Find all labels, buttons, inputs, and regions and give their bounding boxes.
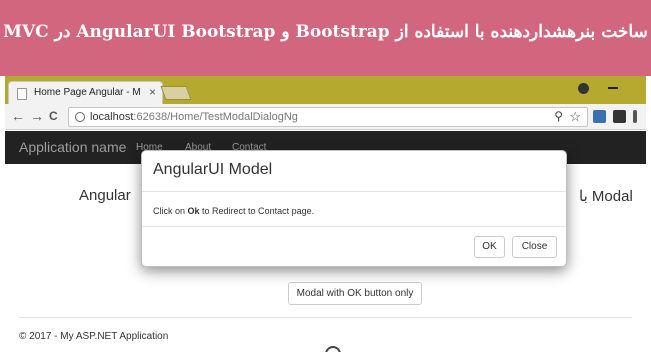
reload-icon[interactable]: C (49, 108, 58, 124)
address-bar[interactable]: localhost:62638/Home/TestModalDialogNg ⚲… (68, 107, 588, 127)
footer-text: © 2017 - My ASP.NET Application (19, 331, 169, 342)
modal-body-bold: Ok (187, 206, 200, 216)
close-tab-icon[interactable]: × (149, 85, 156, 99)
new-tab-button[interactable] (160, 86, 192, 100)
modal-header-divider (142, 191, 566, 192)
forward-icon[interactable]: → (30, 108, 44, 124)
modal-title: AngularUI Model (153, 161, 273, 178)
url-text: localhost:62638/Home/TestModalDialogNg (90, 111, 298, 123)
tab-title: Home Page Angular - M (34, 87, 141, 98)
zoom-icon[interactable]: ⚲ (554, 109, 563, 123)
back-icon[interactable]: ← (11, 108, 25, 124)
page-icon (17, 88, 27, 100)
close-button[interactable]: Close (512, 236, 557, 258)
divider (19, 317, 632, 318)
extension-icon[interactable] (593, 110, 606, 123)
browser-tab[interactable]: Home Page Angular - M × (8, 81, 163, 104)
account-icon[interactable] (578, 83, 589, 94)
page-heading: Angular (79, 187, 131, 204)
modal-footer-divider (142, 226, 566, 227)
browser-tab-bar: Home Page Angular - M × (5, 76, 646, 104)
minimize-icon[interactable] (608, 87, 618, 89)
modal-body-suffix: to Redirect to Contact page. (199, 206, 315, 216)
gmail-extension-icon[interactable] (613, 110, 626, 123)
info-icon[interactable] (75, 112, 85, 122)
bookmark-star-icon[interactable]: ☆ (569, 109, 581, 125)
modal-dialog: AngularUI Model Click on Ok to Redirect … (141, 150, 567, 267)
brand-link[interactable]: Application name (19, 139, 126, 155)
menu-icon[interactable] (633, 110, 637, 123)
url-path: :62638/Home/TestModalDialogNg (133, 111, 298, 123)
banner-title: ساخت بنرهشداردهنده با استفاده از Bootstr… (3, 22, 648, 42)
modal-ok-only-button[interactable]: Modal with OK button only (288, 282, 422, 305)
article-banner: ساخت بنرهشداردهنده با استفاده از Bootstr… (0, 0, 651, 76)
page-heading-rtl: Modal با (579, 188, 633, 205)
modal-body-prefix: Click on (153, 206, 188, 216)
url-host: localhost (90, 111, 134, 123)
loading-spinner-icon (325, 346, 341, 352)
browser-toolbar: ← → C localhost:62638/Home/TestModalDial… (5, 104, 646, 130)
ok-button[interactable]: OK (474, 236, 505, 258)
modal-body: Click on Ok to Redirect to Contact page. (153, 206, 314, 216)
